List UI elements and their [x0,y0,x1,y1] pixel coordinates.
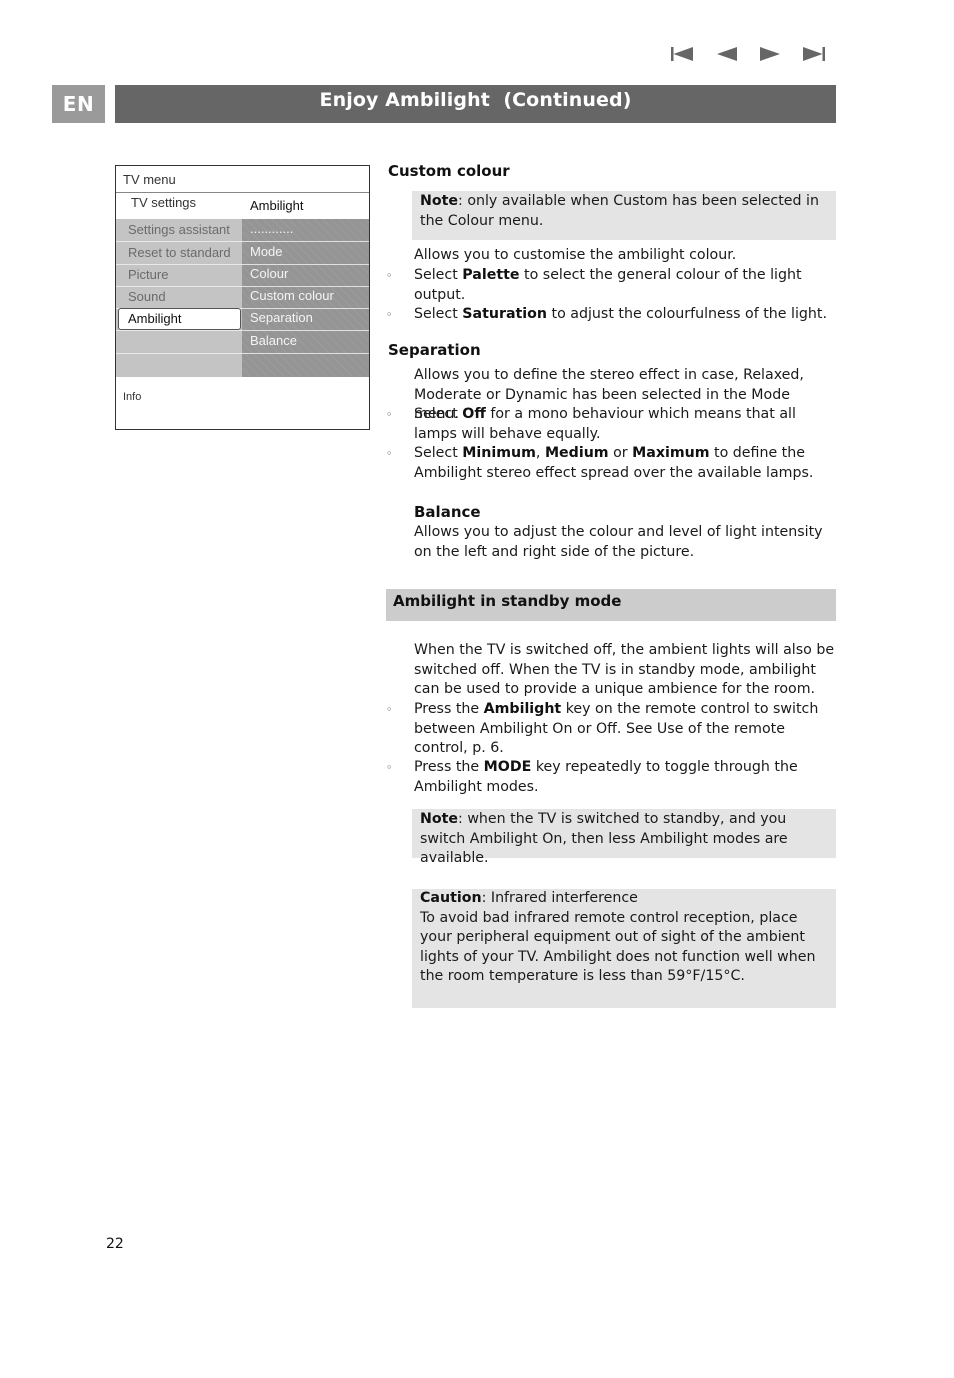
menu-item-ambilight-selected: Ambilight [116,308,242,331]
first-page-button[interactable] [669,44,695,64]
menu-item-settings-assistant: Settings assistant [116,219,242,242]
bullet-icon: ◦ [386,447,393,460]
submenu-item-label: Colour [250,266,289,281]
title-bar: Enjoy Ambilight (Continued) [115,85,836,123]
submenu-item-label: ............ [250,221,294,236]
bullet-keyword: Off [462,406,486,422]
bullet-keyword: Saturation [462,306,548,322]
bullet-icon: ◦ [386,269,393,282]
tv-menu-submenu-row: TV settings Ambilight [116,193,369,218]
bullet-text: Select [414,406,463,422]
first-page-icon [671,47,693,61]
previous-page-button[interactable] [715,44,741,64]
bullet-keyword: Medium [544,445,609,461]
submenu-item-label: Custom colour [250,288,334,303]
submenu-item-label: Balance [250,333,297,348]
bullet-text: Press the [414,701,484,717]
caution-text: To avoid bad infrared remote control rec… [420,909,816,985]
last-page-icon [803,47,825,61]
standby-intro: When the TV is switched off, the ambient… [414,642,835,698]
tv-menu-header: TV menu [116,166,369,193]
next-page-icon [760,47,780,61]
tv-menu-illustration: TV menu TV settings Ambilight Settings a… [115,165,370,430]
balance-text: Allows you to adjust the colour and leve… [414,524,823,560]
submenu-item-separation: Separation [242,308,369,331]
section-heading-standby: Ambilight in standby mode [393,592,622,610]
tv-menu-info-label: Info [123,391,142,403]
menu-item-label: Sound [128,289,166,304]
section-heading-balance: Balance [414,503,481,521]
submenu-item-label: Mode [250,244,283,259]
menu-item-picture: Picture [116,264,242,287]
tv-menu-left-column: Settings assistant Reset to standard Pic… [116,219,242,377]
section-heading-custom-colour: Custom colour [388,162,510,180]
menu-item-sound: Sound [116,286,242,309]
menu-item-empty [116,331,242,354]
tv-menu-right-column: ............ Mode Colour Custom colour S… [242,219,369,377]
custom-colour-intro: Allows you to customise the ambilight co… [414,247,737,263]
submenu-label: TV settings [131,195,197,210]
caution-subtitle: : Infrared interference [481,890,638,906]
menu-item-reset-to-standard: Reset to standard [116,242,242,265]
bullet-keyword: Palette [462,267,520,283]
note-text: : when the TV is switched to standby, an… [420,811,788,867]
bullet-keyword: Maximum [632,445,710,461]
menu-item-label: Reset to standard [128,245,231,260]
section-bar-standby: Ambilight in standby mode [386,589,836,621]
note-box-custom-colour: Note: only available when Custom has bee… [412,191,836,240]
bullet-text: , [535,445,545,461]
bullet-keyword: MODE [483,759,532,775]
note-label: Note [420,811,459,827]
bullet-icon: ◦ [386,408,393,421]
menu-item-empty [116,354,242,376]
submenu-item-colour: Colour [242,264,369,287]
bullet-text: Press the [414,759,484,775]
submenu-value: Ambilight [250,198,304,213]
page-number: 22 [106,1236,124,1252]
submenu-item-balance: Balance [242,331,369,354]
language-badge: EN [52,85,105,123]
last-page-button[interactable] [801,44,827,64]
menu-item-label: Ambilight [128,311,182,326]
section-heading-separation: Separation [388,341,481,359]
next-page-button[interactable] [757,44,783,64]
previous-page-icon [717,47,737,61]
note-box-standby: Note: when the TV is switched to standby… [412,809,836,866]
note-text: : only available when Custom has been se… [420,193,819,229]
submenu-item-mode: Mode [242,242,369,265]
menu-item-label: Settings assistant [128,222,230,237]
menu-item-label: Picture [128,267,169,282]
bullet-text: or [608,445,633,461]
bullet-text: Select [414,306,463,322]
bullet-text: Select [414,445,463,461]
note-label: Note [420,193,459,209]
bullet-icon: ◦ [386,308,393,321]
bullet-keyword: Ambilight [483,701,562,717]
submenu-item-empty [242,354,369,376]
submenu-item-custom-colour: Custom colour [242,286,369,309]
bullet-text: to adjust the colourfulness of the light… [547,306,827,322]
bullet-keyword: Minimum [462,445,536,461]
bullet-icon: ◦ [386,761,393,774]
bullet-text: Select [414,267,463,283]
submenu-item-dots: ............ [242,219,369,242]
bullet-icon: ◦ [386,703,393,716]
page-navigation [669,44,831,64]
tv-menu-title: TV menu [123,172,176,187]
caution-box: Caution: Infrared interference To avoid … [412,889,836,1008]
submenu-item-label: Separation [250,310,313,325]
caution-label: Caution [420,890,482,906]
page-title: Enjoy Ambilight (Continued) [319,89,632,111]
